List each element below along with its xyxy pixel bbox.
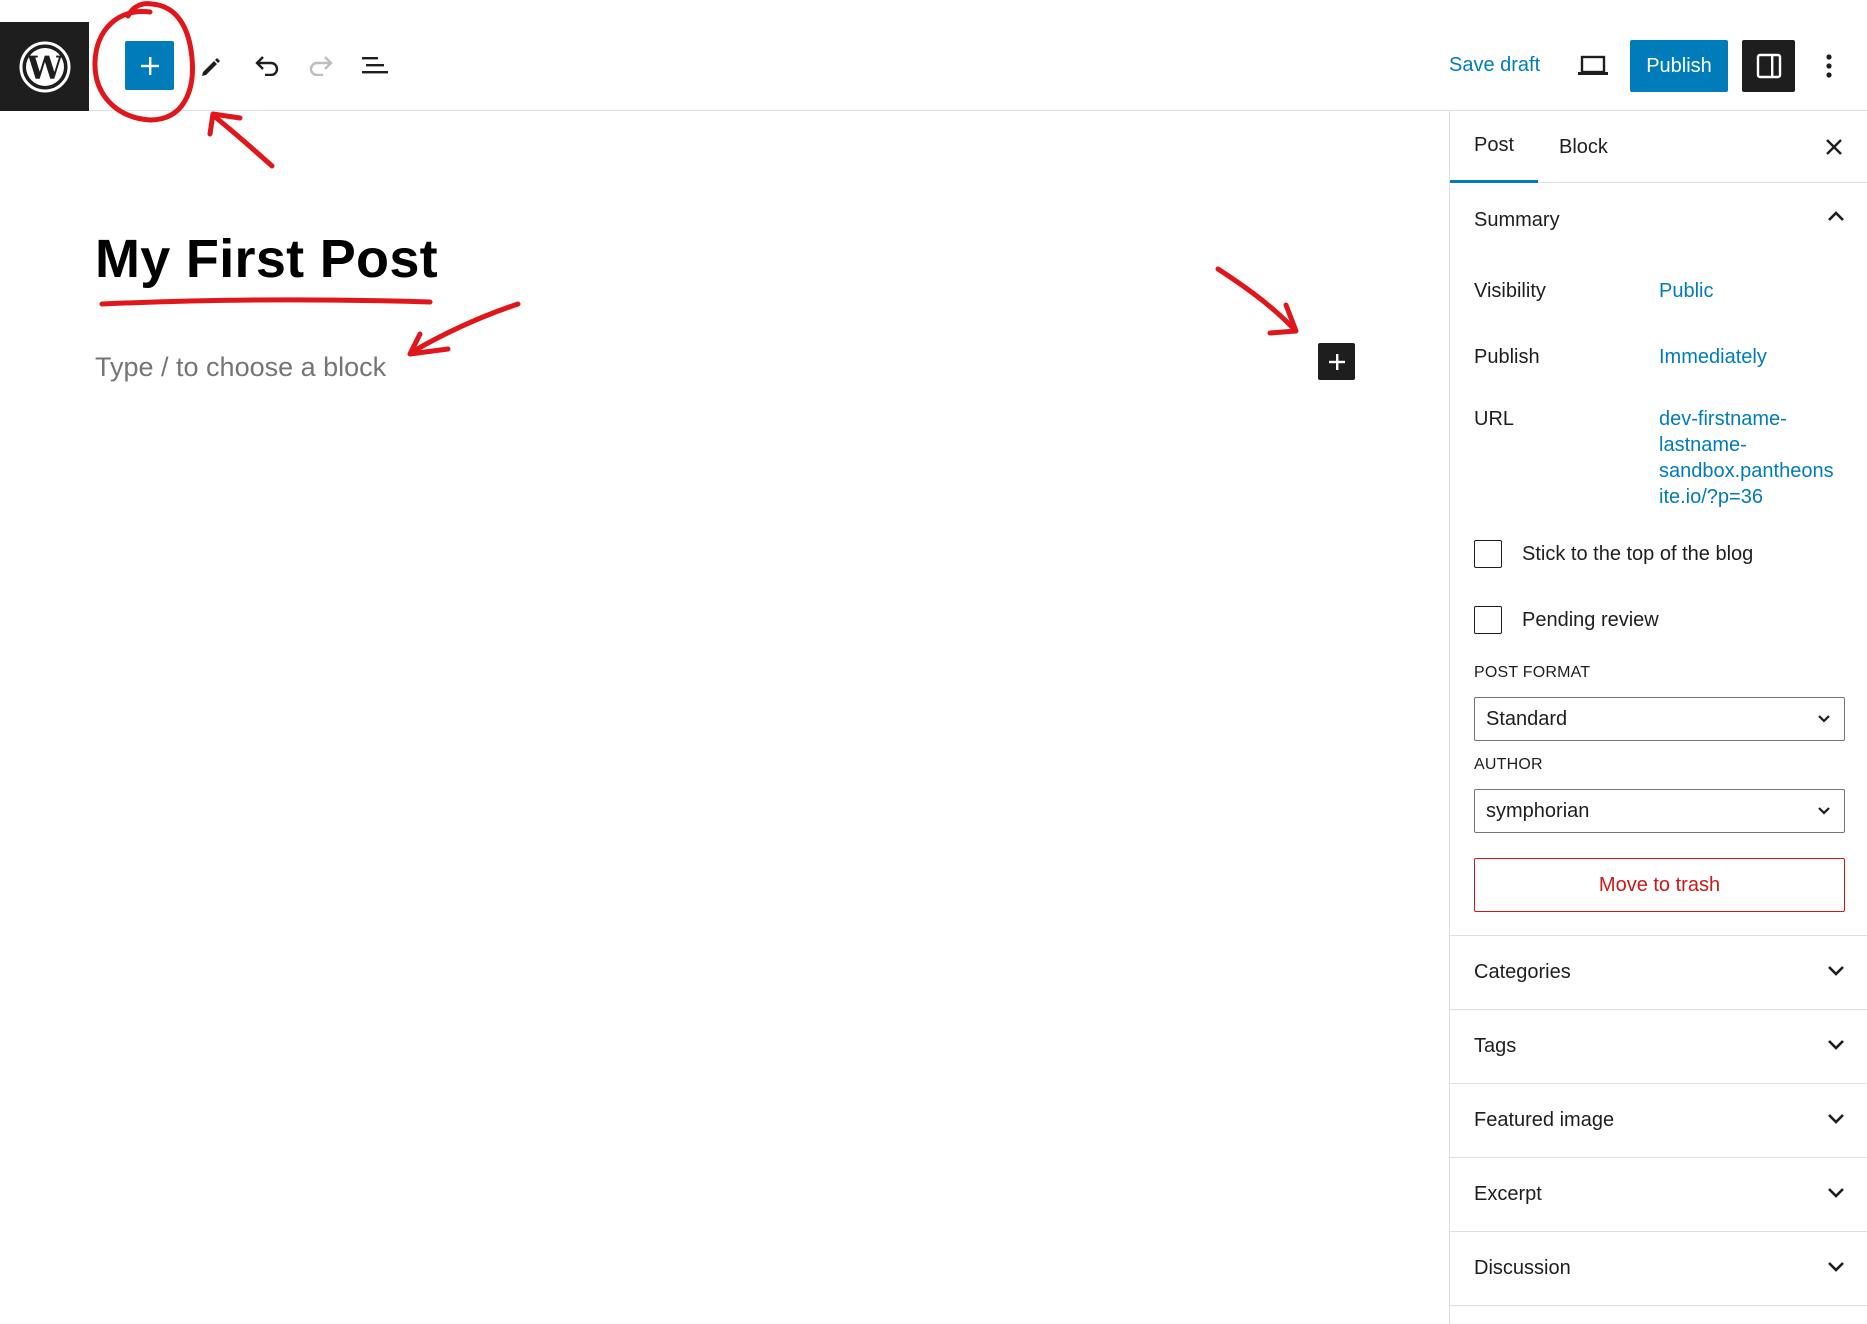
editor-header: W Save draft Publish (0, 0, 1867, 111)
pending-review-checkbox-row[interactable]: Pending review (1474, 606, 1659, 634)
chevron-down-icon (1828, 966, 1844, 976)
excerpt-panel[interactable]: Excerpt (1450, 1158, 1867, 1232)
tags-panel[interactable]: Tags (1450, 1010, 1867, 1084)
block-placeholder[interactable]: Type / to choose a block (95, 352, 386, 383)
post-title[interactable]: My First Post (95, 228, 438, 290)
sidebar-icon (1756, 53, 1781, 79)
author-value: symphorian (1486, 799, 1590, 822)
annotation-arrow-head (207, 111, 243, 137)
tab-post[interactable]: Post (1450, 111, 1539, 183)
sidebar-tabs: Post Block (1450, 111, 1867, 183)
pending-review-checkbox[interactable] (1474, 606, 1502, 634)
annotation-underline (99, 297, 433, 307)
url-value[interactable]: dev-firstname- lastname- sandbox.pantheo… (1659, 406, 1834, 510)
categories-panel-title: Categories (1474, 961, 1571, 983)
sticky-checkbox-row[interactable]: Stick to the top of the blog (1474, 540, 1753, 568)
svg-text:W: W (26, 49, 64, 87)
annotation-arrow-head (1267, 302, 1299, 336)
redo-icon (309, 56, 333, 76)
annotation-arrow (409, 301, 521, 355)
publish-date-value[interactable]: Immediately (1659, 344, 1767, 370)
pencil-icon (202, 58, 220, 76)
chevron-down-icon (1828, 1188, 1844, 1198)
featured-image-panel[interactable]: Featured image (1450, 1084, 1867, 1158)
discussion-panel[interactable]: Discussion (1450, 1232, 1867, 1306)
wordpress-logo-icon[interactable]: W (0, 22, 89, 111)
summary-panel-title[interactable]: Summary (1474, 209, 1560, 232)
settings-button[interactable] (1742, 40, 1795, 92)
move-to-trash-button[interactable]: Move to trash (1474, 858, 1845, 912)
chevron-down-icon (1828, 1040, 1844, 1050)
laptop-icon (1578, 55, 1608, 75)
author-label: AUTHOR (1474, 756, 1543, 773)
close-sidebar-button[interactable] (1814, 127, 1854, 167)
add-block-button[interactable] (1318, 343, 1355, 380)
visibility-value[interactable]: Public (1659, 278, 1713, 304)
undo-button[interactable] (242, 40, 292, 90)
annotation-arrow (1215, 266, 1297, 332)
chevron-down-icon (1828, 1114, 1844, 1124)
sticky-checkbox[interactable] (1474, 540, 1502, 568)
plus-icon (140, 56, 159, 75)
visibility-label: Visibility (1474, 280, 1546, 302)
annotation-arrow-head (407, 331, 451, 357)
featured-image-panel-title: Featured image (1474, 1109, 1615, 1131)
sticky-checkbox-label: Stick to the top of the blog (1522, 542, 1754, 565)
block-inserter-button[interactable] (125, 41, 174, 90)
url-line: sandbox.pantheons (1659, 460, 1834, 482)
pending-review-checkbox-label: Pending review (1522, 608, 1659, 631)
chevron-up-icon[interactable] (1826, 209, 1846, 223)
author-select[interactable]: symphorian (1474, 789, 1845, 833)
redo-button[interactable] (296, 40, 346, 90)
url-label: URL (1474, 408, 1515, 430)
settings-sidebar: Post Block Summary Visibility Public Pub… (1449, 111, 1867, 1324)
chevron-down-icon (1828, 1262, 1844, 1272)
annotation-arrow (211, 113, 275, 169)
publish-label: Publish (1474, 346, 1540, 368)
close-icon (1826, 139, 1842, 155)
publish-button[interactable]: Publish (1630, 40, 1728, 92)
tags-panel-title: Tags (1474, 1035, 1517, 1057)
undo-icon (255, 56, 279, 76)
list-view-icon (362, 57, 388, 74)
tab-block[interactable]: Block (1535, 111, 1632, 183)
url-line: lastname- (1659, 434, 1747, 456)
url-line: dev-firstname- (1659, 408, 1787, 430)
categories-panel[interactable]: Categories (1450, 936, 1867, 1010)
more-vertical-icon (1826, 54, 1832, 78)
chevron-down-icon (1818, 715, 1830, 723)
discussion-panel-title: Discussion (1474, 1257, 1571, 1279)
tools-button[interactable] (185, 40, 235, 90)
preview-button[interactable] (1569, 46, 1617, 86)
chevron-down-icon (1818, 807, 1830, 815)
save-draft-button[interactable]: Save draft (1449, 54, 1540, 77)
excerpt-panel-title: Excerpt (1474, 1183, 1542, 1205)
url-line: ite.io/?p=36 (1659, 486, 1763, 508)
post-format-select[interactable]: Standard (1474, 697, 1845, 741)
plus-icon (1328, 353, 1345, 370)
post-format-value: Standard (1486, 707, 1568, 730)
options-button[interactable] (1814, 44, 1844, 88)
post-format-label: POST FORMAT (1474, 664, 1591, 681)
summary-panel: Summary Visibility Public Publish Immedi… (1450, 183, 1867, 936)
list-view-button[interactable] (350, 40, 400, 90)
